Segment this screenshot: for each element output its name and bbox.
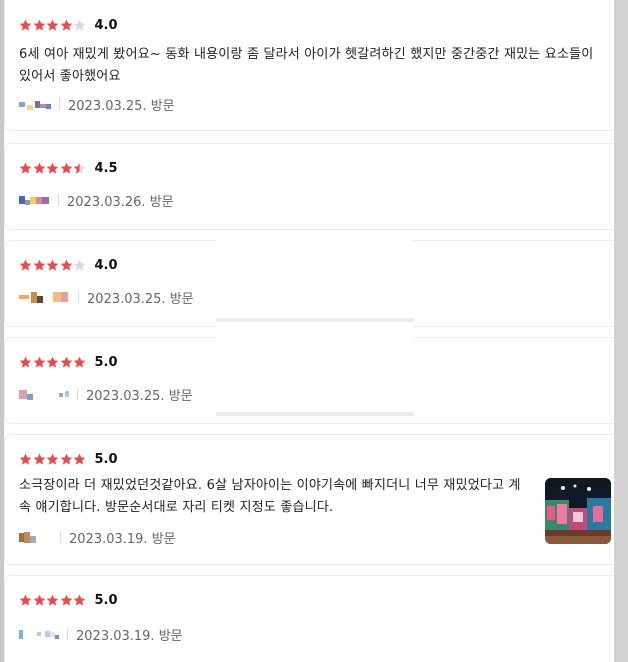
review-card: 4.0 6세 여아 재밌게 봤어요~ 동화 내용이랑 좀 달라서 아이가 헷갈려… [4, 0, 614, 131]
star-filled-icon [60, 162, 73, 175]
visit-date: 2023.03.25. 방문 [86, 388, 193, 404]
star-filled-icon [33, 453, 46, 466]
star-filled-icon [60, 356, 73, 369]
divider [59, 98, 60, 110]
user-avatar-icon [19, 530, 36, 544]
star-filled-icon [19, 453, 32, 466]
rating-row: 4.5 [19, 161, 118, 176]
rating-score: 4.5 [94, 161, 118, 176]
overlay-panel [216, 322, 414, 412]
star-empty-icon [73, 259, 86, 272]
review-meta: 2023.03.25. 방문 [19, 289, 194, 307]
visit-date: 2023.03.26. 방문 [67, 194, 174, 210]
review-list: 4.0 6세 여아 재밌게 봤어요~ 동화 내용이랑 좀 달라서 아이가 헷갈려… [4, 0, 614, 662]
user-avatar-icon [19, 290, 68, 304]
rating-row: 4.0 [19, 258, 118, 273]
star-filled-icon [46, 259, 59, 272]
user-avatar-icon [19, 387, 69, 401]
visit-date: 2023.03.19. 방문 [69, 531, 176, 547]
star-filled-icon [60, 259, 73, 272]
review-photo-thumbnail[interactable] [545, 478, 611, 544]
star-rating [19, 162, 87, 175]
review-meta: 2023.03.19. 방문 [19, 626, 183, 644]
review-text: 소극장이라 더 재밌었던것같아요. 6살 남자아이는 이야기속에 빠지더니 너무… [19, 478, 521, 515]
user-avatar-icon [19, 627, 59, 641]
review-card: 5.0 소극장이라 더 재밌었던것같아요. 6살 남자아이는 이야기속에 빠지더… [4, 434, 614, 565]
star-filled-icon [46, 594, 59, 607]
star-half-icon [73, 162, 86, 175]
scrollbar-track[interactable] [614, 0, 628, 662]
review-meta: 2023.03.26. 방문 [19, 192, 174, 210]
review-card: 5.0 2023.03.19. 방문 [4, 575, 614, 662]
rating-score: 5.0 [94, 452, 118, 467]
rating-row: 4.0 [19, 18, 118, 33]
overlay-divider [216, 412, 414, 416]
star-rating [19, 259, 87, 272]
star-rating [19, 453, 87, 466]
star-filled-icon [33, 356, 46, 369]
overlay-panel [216, 232, 414, 322]
star-empty-icon [73, 19, 86, 32]
star-filled-icon [19, 594, 32, 607]
visit-date: 2023.03.19. 방문 [76, 628, 183, 644]
divider [78, 291, 79, 303]
star-rating [19, 19, 87, 32]
user-avatar-icon [19, 97, 51, 111]
star-filled-icon [19, 19, 32, 32]
star-rating [19, 594, 87, 607]
star-filled-icon [33, 594, 46, 607]
rating-score: 5.0 [94, 355, 118, 370]
star-rating [19, 356, 87, 369]
star-filled-icon [73, 453, 86, 466]
rating-row: 5.0 [19, 355, 118, 370]
theater-stage-photo-icon [545, 478, 611, 544]
star-filled-icon [46, 356, 59, 369]
star-filled-icon [19, 162, 32, 175]
star-filled-icon [73, 594, 86, 607]
rating-row: 5.0 [19, 452, 118, 467]
rating-score: 5.0 [94, 593, 118, 608]
review-text: 6세 여아 재밌게 봤어요~ 동화 내용이랑 좀 달라서 아이가 헷갈려하긴 했… [19, 47, 594, 84]
divider [77, 388, 78, 400]
divider [58, 194, 59, 206]
star-filled-icon [60, 594, 73, 607]
star-filled-icon [33, 162, 46, 175]
visit-date: 2023.03.25. 방문 [87, 291, 194, 307]
user-avatar-icon [19, 193, 49, 207]
rating-score: 4.0 [94, 18, 118, 33]
star-filled-icon [19, 356, 32, 369]
visit-date: 2023.03.25. 방문 [68, 98, 175, 114]
divider [67, 628, 68, 640]
star-filled-icon [60, 19, 73, 32]
star-filled-icon [46, 162, 59, 175]
rating-row: 5.0 [19, 593, 118, 608]
star-filled-icon [46, 19, 59, 32]
review-meta: 2023.03.25. 방문 [19, 96, 175, 114]
star-filled-icon [73, 356, 86, 369]
divider [60, 531, 61, 543]
review-meta: 2023.03.19. 방문 [19, 529, 176, 547]
review-meta: 2023.03.25. 방문 [19, 386, 193, 404]
rating-score: 4.0 [94, 258, 118, 273]
star-filled-icon [60, 453, 73, 466]
review-card: 4.5 2023.03.26. 방문 [4, 143, 614, 230]
star-filled-icon [33, 19, 46, 32]
star-filled-icon [19, 259, 32, 272]
star-filled-icon [33, 259, 46, 272]
star-filled-icon [46, 453, 59, 466]
